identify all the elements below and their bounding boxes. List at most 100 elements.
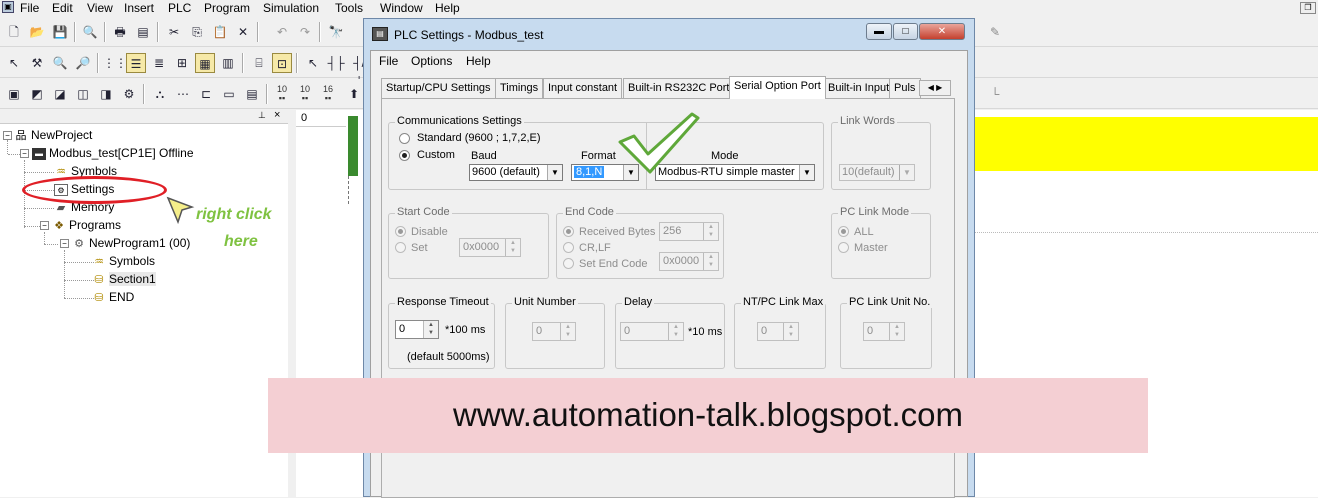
tab-timings[interactable]: Timings — [495, 78, 544, 98]
rung-annotation-icon[interactable]: ≣ — [149, 53, 169, 73]
pc-link-all-radio[interactable] — [838, 226, 849, 237]
menu-tools[interactable]: Tools — [335, 1, 363, 15]
spin-arrows-icon[interactable]: ▲ ▼ — [703, 223, 718, 240]
pin-icon[interactable]: ⊥ — [258, 110, 266, 121]
pc-link-unit-no-stepper[interactable]: 0 ▲ ▼ — [863, 322, 905, 341]
set-end-code-radio[interactable] — [563, 258, 574, 269]
pc-link-master-radio[interactable] — [838, 242, 849, 253]
dec-10-button[interactable]: 10 ▪▪ — [296, 85, 314, 103]
start-code-stepper[interactable]: 0x0000 ▲ ▼ — [459, 238, 521, 257]
properties-icon[interactable]: ▥ — [218, 53, 238, 73]
save-icon[interactable]: 💾 — [50, 22, 70, 42]
paste-icon[interactable]: 📋 — [210, 22, 230, 42]
received-bytes-stepper[interactable]: 256 ▲ ▼ — [659, 222, 719, 241]
collapse-toggle[interactable]: − — [20, 149, 29, 158]
menu-view[interactable]: View — [87, 1, 113, 15]
delay-stepper[interactable]: 0 ▲ ▼ — [620, 322, 684, 341]
menu-file[interactable]: File — [20, 1, 39, 15]
spin-arrows-icon[interactable]: ▲ ▼ — [783, 323, 798, 340]
spin-arrows-icon[interactable]: ▲ ▼ — [560, 323, 575, 340]
watch-icon[interactable]: ▦ — [195, 53, 215, 73]
io-table-icon[interactable]: ▤ — [242, 84, 262, 104]
spin-arrows-icon[interactable]: ▲ ▼ — [889, 323, 904, 340]
zoom-tool-icon[interactable]: ⚒ — [27, 53, 47, 73]
spin-arrows-icon[interactable]: ▲ ▼ — [423, 321, 438, 338]
menu-window[interactable]: Window — [380, 1, 423, 15]
unit-number-stepper[interactable]: 0 ▲ ▼ — [532, 322, 576, 341]
end-code-stepper[interactable]: 0x0000 ▲ ▼ — [659, 252, 719, 271]
tab-builtin-input[interactable]: Built-in Input — [823, 78, 895, 98]
run-mode-icon[interactable]: ⚙ — [119, 84, 139, 104]
minimize-icon[interactable]: ▬ — [866, 23, 892, 40]
find-icon[interactable]: 🔭 — [326, 22, 346, 42]
redo-icon[interactable]: ↷ — [295, 22, 315, 42]
auto-online-icon[interactable]: ◩ — [27, 84, 47, 104]
spin-arrows-icon[interactable]: ▲ ▼ — [703, 253, 718, 270]
spin-arrows-icon[interactable]: ▲ ▼ — [668, 323, 683, 340]
nt-pc-link-max-stepper[interactable]: 0 ▲ ▼ — [757, 322, 799, 341]
collapse-toggle[interactable]: − — [3, 131, 12, 140]
baud-select[interactable]: 9600 (default) ▼ — [469, 164, 563, 181]
delete-icon[interactable]: ✕ — [233, 22, 253, 42]
cross-reference-icon[interactable]: ⊡ — [272, 53, 292, 73]
tree-item-program-symbols[interactable]: ♒ Symbols — [92, 254, 155, 268]
program-mode-icon[interactable]: ◪ — [50, 84, 70, 104]
collapse-toggle[interactable]: − — [40, 221, 49, 230]
tree-item-programs[interactable]: ❖ Programs — [52, 218, 121, 232]
spin-arrows-icon[interactable]: ▲ ▼ — [505, 239, 520, 256]
tab-startup-cpu[interactable]: Startup/CPU Settings — [381, 78, 496, 98]
tree-item-newprogram1[interactable]: ⚙ NewProgram1 (00) — [72, 236, 190, 250]
select-mode-icon[interactable]: ↖ — [303, 53, 323, 73]
zoom-in-icon[interactable]: 🔍 — [50, 53, 70, 73]
response-timeout-stepper[interactable]: 0 ▲ ▼ — [395, 320, 439, 339]
menu-simulation[interactable]: Simulation — [263, 1, 319, 15]
hex-10-button[interactable]: 10 ▪▪ — [273, 85, 291, 103]
ladder-line-icon[interactable]: └ — [985, 84, 1005, 104]
show-comments-icon[interactable]: ☰ — [126, 53, 146, 73]
crlf-radio[interactable] — [563, 242, 574, 253]
page-setup-icon[interactable]: ▤ — [133, 22, 153, 42]
cut-icon[interactable]: ✂ — [164, 22, 184, 42]
tab-input-constant[interactable]: Input constant — [543, 78, 623, 98]
mdi-restore-icon[interactable]: ❐ — [1300, 2, 1316, 14]
zoom-out-icon[interactable]: 🔎 — [73, 53, 93, 73]
grid-icon[interactable]: ⋮⋮ — [103, 53, 127, 73]
protect-icon[interactable]: ⊏ — [196, 84, 216, 104]
print-icon[interactable]: 🖶 — [110, 22, 130, 42]
print-preview-icon[interactable]: 🔍 — [80, 22, 100, 42]
tree-item-end[interactable]: ⛁ END — [92, 290, 134, 304]
online-edit-icon[interactable]: ✎ — [985, 22, 1005, 42]
hex-16-button[interactable]: 16 ▪▪ — [319, 85, 337, 103]
menu-help[interactable]: Help — [435, 1, 460, 15]
open-icon[interactable]: 📂 — [27, 22, 47, 42]
monitor-mode-icon[interactable]: ◨ — [96, 84, 116, 104]
collapse-toggle[interactable]: − — [60, 239, 69, 248]
standard-radio[interactable] — [399, 133, 410, 144]
pointer-icon[interactable]: ↖ — [4, 53, 24, 73]
contact-no-icon[interactable]: ┤├ — [326, 53, 346, 73]
app-icon[interactable]: ▣ — [2, 1, 14, 13]
dialog-menu-options[interactable]: Options — [411, 54, 452, 68]
menu-plc[interactable]: PLC — [168, 1, 191, 15]
tree-item-newproject[interactable]: 品 NewProject — [14, 128, 93, 142]
debug-mode-icon[interactable]: ◫ — [73, 84, 93, 104]
dialog-title-bar[interactable]: ▤ PLC Settings - Modbus_test ▬ □ ✕ — [364, 19, 974, 49]
menu-program[interactable]: Program — [204, 1, 250, 15]
dialog-menu-help[interactable]: Help — [466, 54, 491, 68]
start-code-set-radio[interactable] — [395, 242, 406, 253]
link-words-select[interactable]: 10(default) ▼ — [839, 164, 915, 181]
tree-item-plc[interactable]: ▬ Modbus_test[CP1E] Offline — [32, 146, 194, 160]
work-online-icon[interactable]: ▣ — [4, 84, 24, 104]
received-bytes-radio[interactable] — [563, 226, 574, 237]
tab-serial-option-port[interactable]: Serial Option Port — [729, 76, 826, 99]
symbol-icon[interactable]: ⌸ — [249, 53, 269, 73]
transfer-icon[interactable]: ⛬ — [150, 84, 170, 104]
dialog-menu-file[interactable]: File — [379, 54, 398, 68]
upload-icon[interactable]: ⬆ — [344, 84, 364, 104]
menu-edit[interactable]: Edit — [52, 1, 73, 15]
compare-icon[interactable]: ⋯ — [173, 84, 193, 104]
memory-card-icon[interactable]: ▭ — [219, 84, 239, 104]
maximize-icon[interactable]: □ — [893, 23, 918, 40]
copy-icon[interactable]: ⎘ — [187, 22, 207, 42]
tab-builtin-rs232c[interactable]: Built-in RS232C Port — [623, 78, 735, 98]
